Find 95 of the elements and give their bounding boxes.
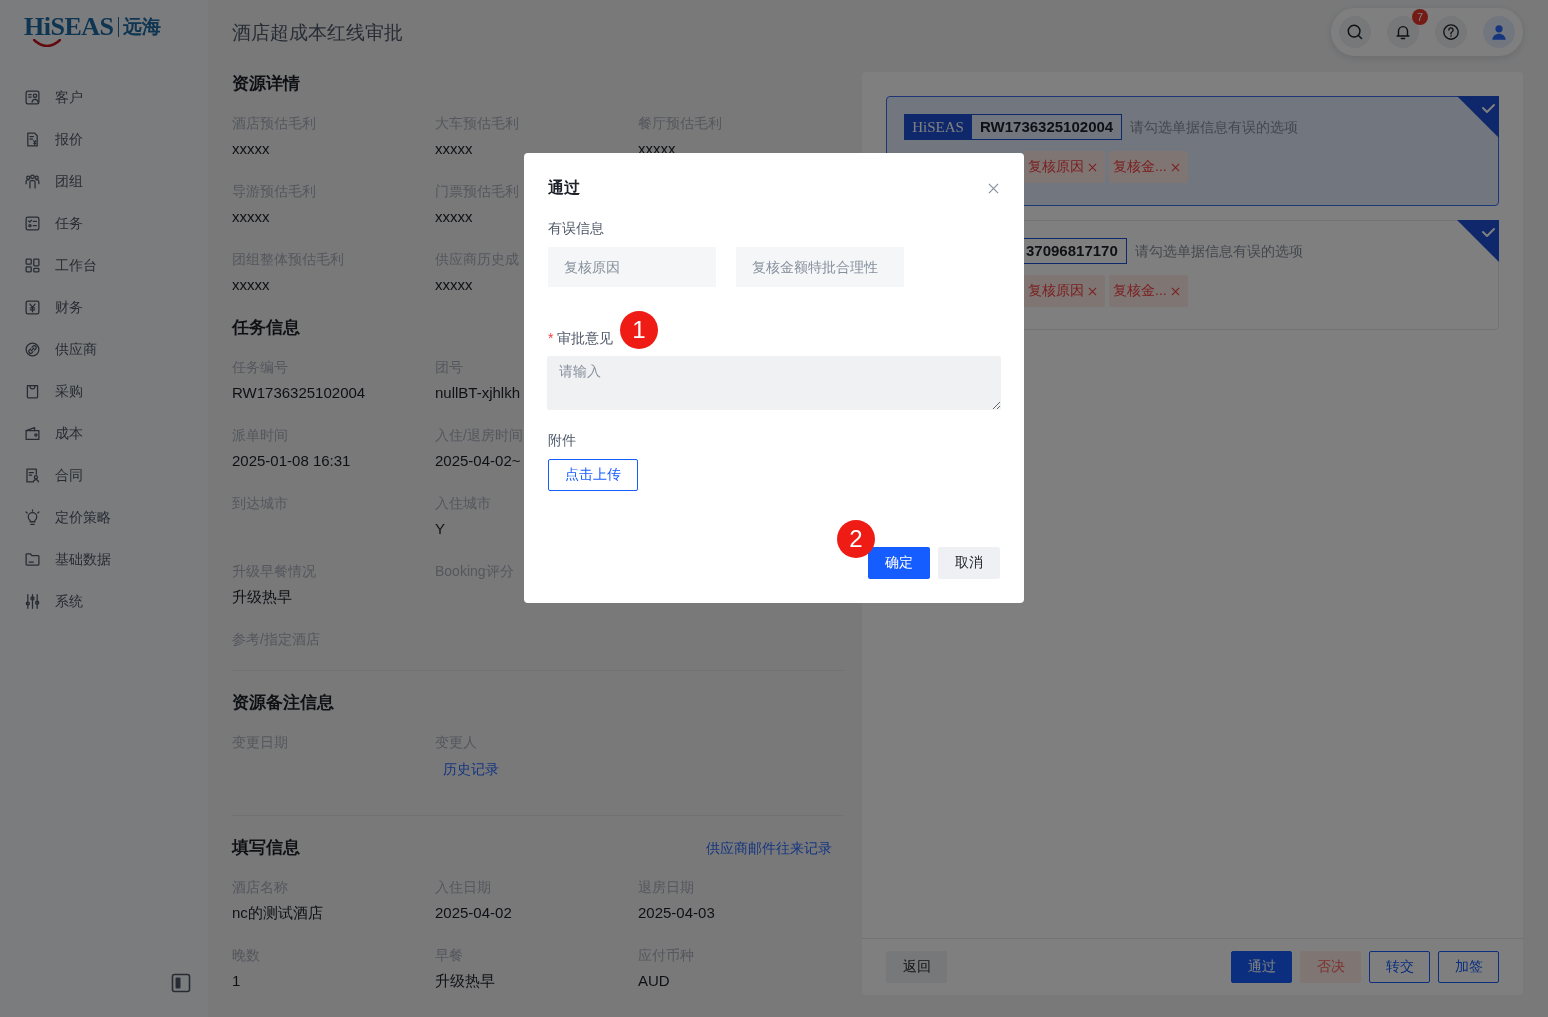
field-value: xxxxx [232,139,270,159]
field-value: AUD [638,971,670,991]
sidebar-item[interactable]: 定价策略 [24,506,111,528]
sidebar-item[interactable]: 客户 [24,86,83,108]
history-link[interactable]: 历史记录 [443,758,499,780]
error-tag[interactable]: 复核金... [1109,151,1188,183]
section-title: 任务信息 [232,317,300,339]
contract-icon [24,466,41,484]
field-value: xxxxx [435,139,473,159]
sidebar-item[interactable]: 任务 [24,212,83,234]
sidebar-item[interactable]: 合同 [24,464,83,486]
field-value: nc的测试酒店 [232,903,323,923]
smile-arc-icon [33,39,61,47]
error-tag[interactable]: 复核原因 [1024,151,1105,183]
sidebar-item[interactable]: 报价 [24,128,83,150]
search-button[interactable] [1339,16,1371,48]
error-tag[interactable]: 复核金... [1109,275,1188,307]
user-avatar[interactable] [1483,16,1515,48]
tag-close-icon[interactable] [1088,286,1097,296]
error-tag[interactable]: 复核原因 [1024,275,1105,307]
bell-icon [1394,23,1412,41]
cancel-button[interactable]: 取消 [938,547,1000,579]
help-button[interactable] [1435,16,1467,48]
required-mark: * [548,329,554,348]
sliders-icon [24,592,41,610]
field-value: 升级热早 [232,587,292,607]
brand-logo: HiSEAS [904,114,972,140]
close-icon[interactable] [988,182,999,194]
field-value: 2025-04-03 [638,903,715,923]
tag-close-icon[interactable] [1170,286,1180,296]
field-value: 2025-01-08 16:31 [232,451,351,471]
section-title: 填写信息 [232,837,300,859]
sidebar-item[interactable]: 基础数据 [24,548,111,570]
field-value: xxxxx [232,275,270,295]
logo-wordmark: HiSEAS [24,16,114,38]
field-value: 2025-04-02 [435,903,512,923]
field-value: xxxxx [435,207,473,227]
bulb-icon [24,508,41,526]
upload-button[interactable]: 点击上传 [548,459,638,491]
receipt-icon [24,130,41,148]
link-icon [24,340,41,358]
sidebar-item[interactable]: 成本 [24,422,83,444]
error-info-field: 复核金额特批合理性 [736,247,904,287]
yen-icon [24,298,41,316]
field-label: 有误信息 [548,219,604,238]
document-id: RW1736325102004 [979,117,1115,137]
grid-icon [24,256,41,274]
notification-button[interactable] [1387,16,1419,48]
sidebar-item[interactable]: 供应商 [24,338,97,360]
section-title: 资源详情 [232,73,300,95]
action-button[interactable]: 转交 [1369,951,1430,983]
tag-close-icon[interactable] [1170,162,1180,172]
document-id: 37096817170 [1025,241,1119,261]
sidebar-toggle-icon[interactable] [171,973,191,993]
field-value: xxxxx [435,275,473,295]
sidebar-item[interactable]: 团组 [24,170,83,192]
wallet-icon [24,424,41,442]
field-value: Y [435,519,445,539]
bag-icon [24,382,41,400]
email-history-link[interactable]: 供应商邮件往来记录 [706,837,832,859]
id-card-icon [24,88,41,106]
card-hint-text: 请勾选单据信息有误的选项 [1134,242,1303,261]
checklist-icon [24,214,41,232]
approval-comment-field[interactable]: 请输入 [547,356,1001,410]
field-value: nullBT-xjhlkh [435,383,521,403]
step-marker: 2 [837,520,875,558]
step-marker: 1 [620,311,658,349]
sidebar-item[interactable]: 采购 [24,380,83,402]
dialog-title: 通过 [548,178,580,198]
field-value: 2025-04-02~ [435,451,521,471]
field-label: 附件 [548,431,576,450]
tag-close-icon[interactable] [1088,162,1097,172]
field-value: RW1736325102004 [232,383,366,403]
field-label: 审批意见 [557,329,614,348]
field-value: 升级热早 [435,971,495,991]
sidebar-item[interactable]: 系统 [24,590,83,612]
logo-chinese-text: 远海 [123,15,161,39]
search-icon [1346,23,1364,41]
action-button[interactable]: 通过 [1231,951,1292,983]
help-icon [1442,23,1460,41]
page-title: 酒店超成本红线审批 [232,21,403,45]
notification-badge: 7 [1412,9,1428,25]
action-button[interactable]: 加签 [1438,951,1499,983]
folder-icon [24,550,41,568]
field-value: xxxxx [232,207,270,227]
back-button[interactable]: 返回 [886,951,947,983]
people-icon [24,172,41,190]
section-title: 资源备注信息 [232,692,334,714]
action-button[interactable]: 否决 [1300,951,1361,983]
field-value: 1 [232,971,241,991]
sidebar-item[interactable]: 工作台 [24,254,97,276]
sidebar-item[interactable]: 财务 [24,296,83,318]
error-info-field: 复核原因 [548,247,716,287]
person-icon [1490,23,1508,41]
confirm-button[interactable]: 确定 [868,547,930,579]
